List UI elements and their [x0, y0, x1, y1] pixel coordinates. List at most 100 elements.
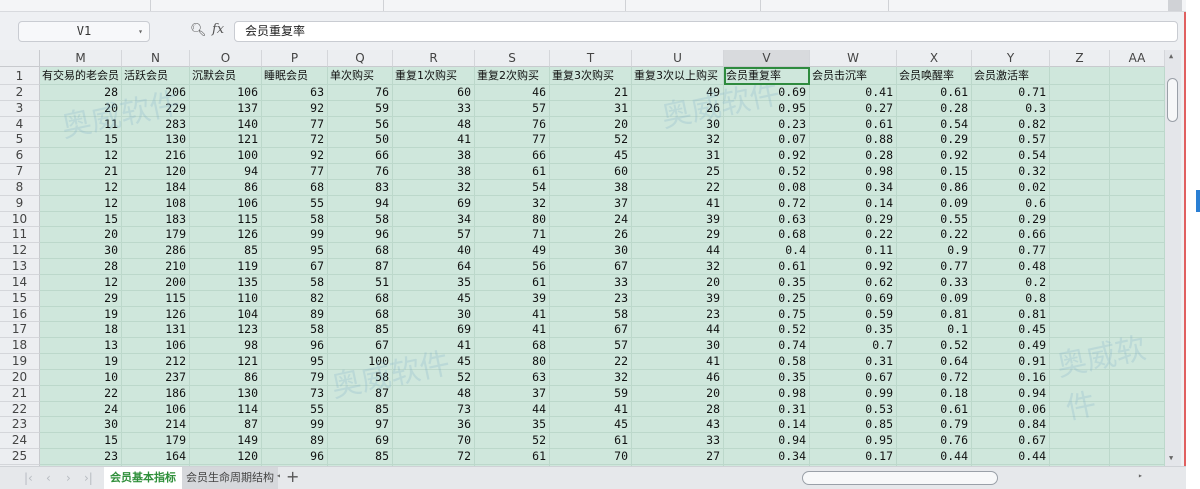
row-header[interactable]: 10 — [0, 211, 40, 228]
cell[interactable]: 57 — [393, 227, 475, 244]
row-header[interactable]: 7 — [0, 164, 40, 180]
cell[interactable]: 61 — [550, 433, 632, 450]
cell[interactable]: 0.67 — [810, 369, 897, 386]
scroll-right-icon[interactable]: ▸ — [1138, 471, 1143, 480]
row-header[interactable]: 12 — [0, 243, 40, 260]
first-sheet-icon[interactable]: |‹ — [24, 471, 33, 485]
cell[interactable]: 67 — [550, 322, 632, 339]
cell[interactable]: 55 — [262, 401, 328, 418]
cell[interactable]: 0.35 — [724, 274, 810, 291]
cell[interactable] — [1050, 449, 1110, 465]
cell[interactable]: 58 — [262, 322, 328, 339]
cell[interactable]: 32 — [632, 132, 724, 149]
cell[interactable]: 26 — [632, 100, 724, 117]
header-cell[interactable]: 沉默会员 — [190, 67, 262, 85]
row-header[interactable]: 3 — [0, 100, 40, 117]
cell[interactable]: 66 — [475, 148, 550, 165]
cell[interactable]: 0.17 — [810, 449, 897, 465]
cell[interactable]: 206 — [122, 85, 190, 101]
vertical-scrollbar[interactable]: ▲ ▼ — [1165, 50, 1181, 466]
cell[interactable]: 0.99 — [810, 385, 897, 402]
cell[interactable]: 0.34 — [724, 449, 810, 465]
cell[interactable]: 39 — [632, 211, 724, 228]
cell[interactable]: 12 — [40, 195, 122, 212]
cell[interactable]: 19 — [40, 354, 122, 370]
cell[interactable]: 0.94 — [724, 433, 810, 450]
header-cell[interactable]: 会员激活率 — [972, 67, 1050, 85]
cell[interactable]: 30 — [632, 338, 724, 355]
row-header[interactable]: 22 — [0, 401, 40, 418]
cell[interactable]: 135 — [190, 274, 262, 291]
cell[interactable]: 19 — [40, 306, 122, 323]
cell[interactable] — [1110, 195, 1165, 212]
cell[interactable]: 79 — [262, 369, 328, 386]
cell[interactable]: 0.8 — [972, 290, 1050, 307]
cell[interactable]: 58 — [550, 306, 632, 323]
cell[interactable] — [1110, 100, 1165, 117]
cell[interactable]: 184 — [122, 179, 190, 196]
cell[interactable] — [1110, 164, 1165, 180]
cell[interactable]: 164 — [122, 449, 190, 465]
cell[interactable]: 214 — [122, 417, 190, 434]
cell[interactable]: 44 — [632, 322, 724, 339]
cell[interactable]: 76 — [328, 164, 393, 180]
cell[interactable]: 0.06 — [972, 401, 1050, 418]
cell[interactable]: 115 — [190, 211, 262, 228]
cell[interactable]: 229 — [122, 100, 190, 117]
cell[interactable]: 0.4 — [724, 243, 810, 260]
row-header[interactable]: 23 — [0, 417, 40, 434]
cell[interactable]: 41 — [550, 401, 632, 418]
cell[interactable]: 68 — [262, 179, 328, 196]
cell[interactable]: 32 — [475, 195, 550, 212]
cell[interactable]: 0.27 — [810, 100, 897, 117]
cell[interactable]: 283 — [122, 116, 190, 133]
header-cell[interactable]: 重复1次购买 — [393, 67, 475, 85]
cell[interactable]: 57 — [550, 338, 632, 355]
cell[interactable]: 100 — [328, 354, 393, 370]
cell[interactable]: 0.81 — [972, 306, 1050, 323]
cell[interactable]: 0.85 — [810, 417, 897, 434]
cell[interactable]: 0.98 — [724, 385, 810, 402]
cell[interactable]: 38 — [550, 179, 632, 196]
cell[interactable]: 20 — [632, 385, 724, 402]
cell[interactable] — [1050, 179, 1110, 196]
cell[interactable] — [1110, 385, 1165, 402]
row-header[interactable]: 14 — [0, 274, 40, 291]
cell[interactable]: 131 — [122, 322, 190, 339]
cell[interactable]: 11 — [40, 116, 122, 133]
cell[interactable] — [1050, 322, 1110, 339]
cell[interactable]: 0.14 — [724, 417, 810, 434]
cell[interactable]: 0.02 — [972, 179, 1050, 196]
cell[interactable]: 0.76 — [897, 433, 972, 450]
cell[interactable]: 44 — [632, 243, 724, 260]
header-cell[interactable]: 会员唤醒率 — [897, 67, 972, 85]
cell[interactable]: 0.31 — [810, 354, 897, 370]
cell[interactable]: 0.84 — [972, 417, 1050, 434]
cell[interactable]: 22 — [632, 179, 724, 196]
column-header-n[interactable]: N — [122, 50, 190, 67]
cell[interactable]: 52 — [393, 369, 475, 386]
cell[interactable]: 41 — [632, 195, 724, 212]
cell[interactable]: 30 — [632, 116, 724, 133]
cell[interactable]: 0.22 — [897, 227, 972, 244]
cell[interactable]: 59 — [328, 100, 393, 117]
scroll-left-icon[interactable]: ◂ — [276, 471, 281, 480]
cell[interactable]: 73 — [262, 385, 328, 402]
cell[interactable]: 0.61 — [897, 401, 972, 418]
cell[interactable]: 41 — [393, 338, 475, 355]
cell[interactable]: 30 — [40, 417, 122, 434]
cell[interactable]: 149 — [190, 433, 262, 450]
cell[interactable] — [1110, 417, 1165, 434]
cell[interactable]: 216 — [122, 148, 190, 165]
cell[interactable]: 0.77 — [897, 259, 972, 275]
cell[interactable]: 70 — [393, 433, 475, 450]
cell[interactable]: 0.98 — [810, 164, 897, 180]
cell[interactable]: 48 — [393, 385, 475, 402]
cell[interactable]: 85 — [190, 243, 262, 260]
cell[interactable]: 0.28 — [810, 148, 897, 165]
row-header[interactable]: 15 — [0, 290, 40, 307]
cell[interactable]: 58 — [262, 274, 328, 291]
cell[interactable]: 0.79 — [897, 417, 972, 434]
cell[interactable]: 0.35 — [810, 322, 897, 339]
cell[interactable]: 69 — [393, 322, 475, 339]
